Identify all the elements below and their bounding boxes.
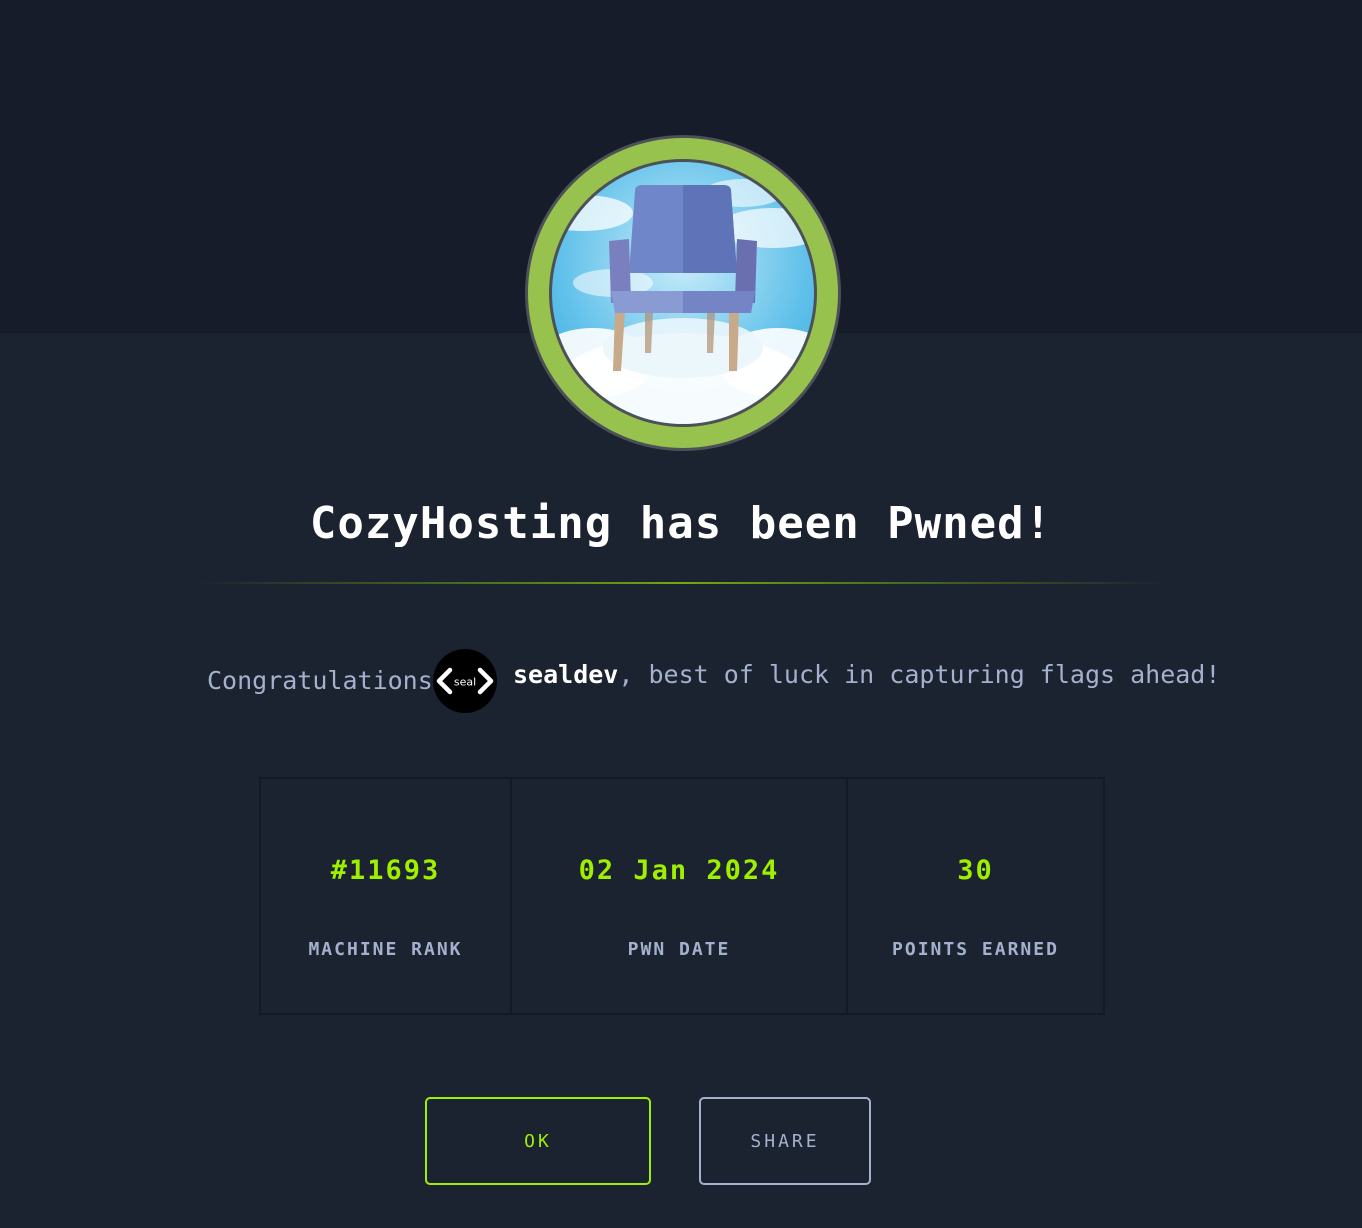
user-line: sealdev, best of luck in capturing flags… [513,660,1220,689]
machine-badge-icon [525,135,841,451]
ok-button[interactable]: OK [425,1097,651,1185]
username: sealdev [513,660,619,689]
page-title: CozyHosting has been Pwned! [309,498,1053,549]
stats-panel: #11693 MACHINE RANK 02 Jan 2024 PWN DATE… [259,777,1105,1015]
points-earned-value: 30 [957,855,994,886]
machine-rank-label: MACHINE RANK [308,939,463,960]
stat-machine-rank: #11693 MACHINE RANK [261,779,510,1013]
stat-points-earned: 30 POINTS EARNED [846,779,1103,1013]
pwn-date-label: PWN DATE [627,939,731,960]
title-divider [195,582,1170,584]
congratulations-prefix: Congratulations [207,666,433,695]
points-earned-label: POINTS EARNED [892,939,1059,960]
avatar: seal [433,649,497,713]
machine-rank-value: #11693 [330,855,441,886]
stat-pwn-date: 02 Jan 2024 PWN DATE [510,779,846,1013]
share-button[interactable]: SHARE [699,1097,871,1185]
congratulations-message: Congratulations seal sealdev, best of lu… [0,648,1362,714]
pwn-date-value: 02 Jan 2024 [578,855,780,886]
avatar-text: seal [454,676,476,689]
congratulations-suffix: , best of luck in capturing flags ahead! [618,660,1221,689]
